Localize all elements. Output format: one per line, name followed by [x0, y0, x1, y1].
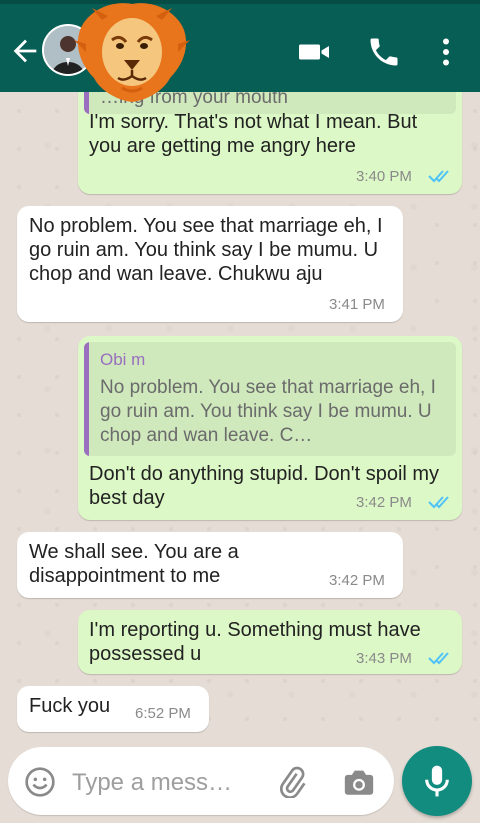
reply-quote[interactable]: Obi m No problem. You see that marriage …: [84, 342, 456, 456]
lion-sticker-icon: [74, 3, 190, 103]
mic-icon: [425, 765, 449, 797]
message-time: 3:43 PM: [356, 650, 412, 667]
message-time: 3:42 PM: [329, 572, 385, 589]
message-text: No problem. You see that marriage eh, I …: [29, 215, 383, 285]
quote-bar: [84, 342, 89, 456]
back-arrow-icon[interactable]: [8, 34, 42, 68]
message-time: 3:40 PM: [356, 168, 412, 185]
mic-button[interactable]: [402, 746, 472, 816]
read-ticks-icon: [428, 170, 449, 183]
camera-icon[interactable]: [342, 766, 376, 798]
read-ticks-icon: [428, 496, 449, 509]
quote-sender-name: Obi m: [100, 350, 146, 369]
message-bubble-outgoing[interactable]: I'm reporting u. Something must have pos…: [78, 610, 462, 674]
read-ticks-icon: [428, 652, 449, 665]
composer-bar: Type a mess…: [0, 742, 480, 823]
message-bubble-outgoing[interactable]: …ing from your mouth I'm sorry. That's n…: [78, 92, 462, 194]
message-bubble-outgoing[interactable]: Obi m No problem. You see that marriage …: [78, 336, 462, 520]
message-text: I'm sorry. That's not what I mean. But y…: [89, 111, 418, 157]
chat-area[interactable]: …ing from your mouth I'm sorry. That's n…: [0, 92, 480, 742]
video-call-icon[interactable]: [296, 34, 332, 70]
message-bubble-incoming[interactable]: Fuck you 6:52 PM: [17, 686, 209, 732]
attach-icon[interactable]: [276, 766, 308, 798]
message-placeholder: Type a mess…: [72, 769, 233, 796]
message-bubble-incoming[interactable]: We shall see. You are a disappointment t…: [17, 532, 403, 598]
message-text: Fuck you: [29, 695, 111, 717]
quote-text: No problem. You see that marriage eh, I …: [100, 377, 436, 446]
message-time: 3:42 PM: [356, 494, 412, 511]
voice-call-icon[interactable]: [366, 34, 402, 70]
message-input[interactable]: Type a mess…: [8, 747, 394, 815]
more-options-icon[interactable]: [428, 34, 464, 70]
message-bubble-incoming[interactable]: No problem. You see that marriage eh, I …: [17, 206, 403, 322]
message-time: 3:41 PM: [329, 296, 385, 313]
message-text: We shall see. You are a disappointment t…: [29, 541, 239, 587]
emoji-icon[interactable]: [24, 766, 56, 798]
message-time: 6:52 PM: [135, 705, 191, 722]
